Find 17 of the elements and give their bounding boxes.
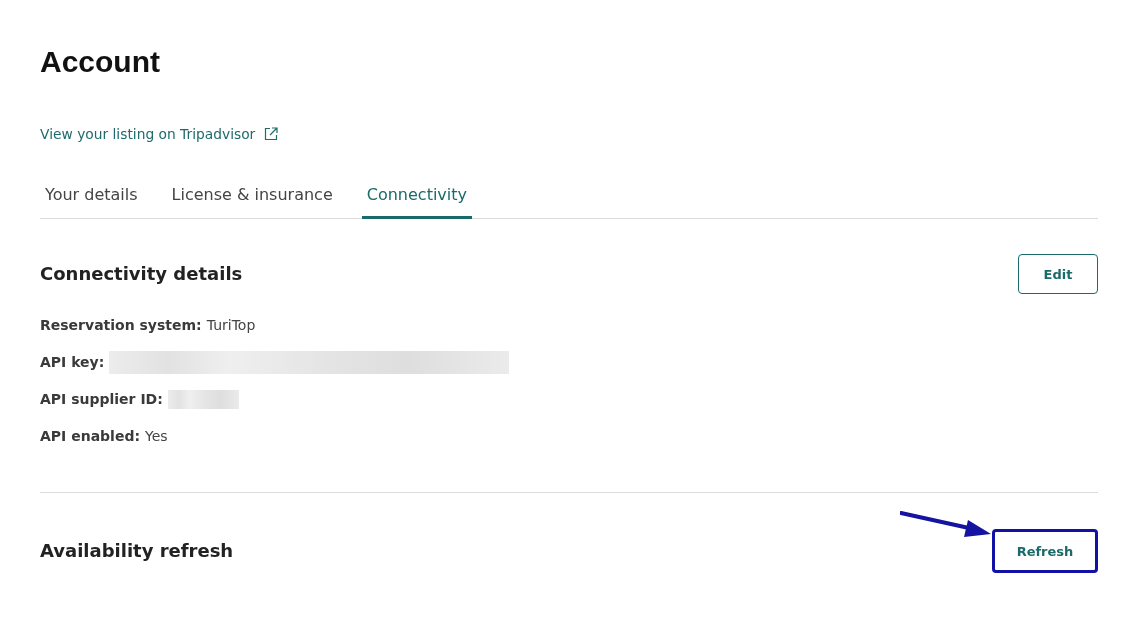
refresh-button[interactable]: Refresh <box>992 529 1098 573</box>
field-label: API supplier ID: <box>40 391 163 407</box>
page-title: Account <box>40 44 160 80</box>
tripadvisor-listing-link[interactable]: View your listing on Tripadvisor <box>40 124 279 144</box>
edit-button[interactable]: Edit <box>1018 254 1098 294</box>
tab[interactable]: Your details <box>40 176 143 219</box>
arrow-icon <box>900 510 992 538</box>
field-label: Reservation system: <box>40 317 202 333</box>
field-value: Yes <box>145 428 168 444</box>
field-label: API enabled: <box>40 428 141 444</box>
field-label: API key: <box>40 354 105 370</box>
field-value: TuriTop <box>206 317 256 333</box>
tab[interactable]: License & insurance <box>166 176 338 219</box>
tab[interactable]: Connectivity <box>361 176 472 219</box>
blurred-value <box>167 389 239 409</box>
section-title: Connectivity details <box>40 262 243 286</box>
section-title: Availability refresh <box>40 539 234 563</box>
